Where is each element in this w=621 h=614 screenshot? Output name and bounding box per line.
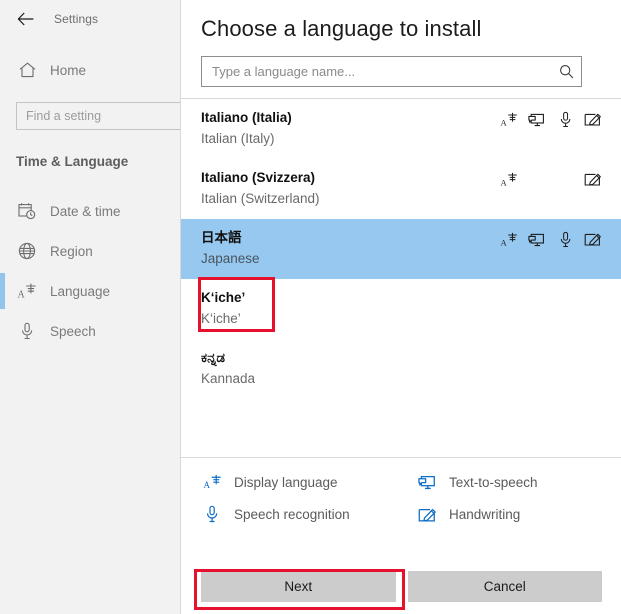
- handwriting-icon: [584, 110, 602, 128]
- sidebar-item-home[interactable]: Home: [0, 50, 180, 90]
- sidebar-search-wrap: [0, 102, 180, 130]
- text-to-speech-icon: [416, 472, 438, 492]
- display-language-icon: A: [16, 280, 38, 302]
- language-names: Italiano (Italia) Italian (Italy): [201, 108, 500, 150]
- calendar-clock-icon: [16, 200, 38, 222]
- dialog-title: Choose a language to install: [201, 16, 601, 42]
- table-row[interactable]: ಕನ್ನಡ Kannada: [181, 339, 621, 399]
- table-row[interactable]: K‘iche’ K‘iche’: [181, 279, 621, 339]
- sidebar-item-speech[interactable]: Speech: [0, 311, 180, 351]
- language-native-name: ಕನ್ನಡ: [201, 348, 602, 368]
- choose-language-dialog: Choose a language to install: [180, 0, 621, 614]
- microphone-icon: [16, 320, 38, 342]
- table-row[interactable]: Italiano (Italia) Italian (Italy) A: [181, 99, 621, 159]
- language-list[interactable]: Italiano (Italia) Italian (Italy) A: [181, 98, 621, 458]
- legend-item-speech-recognition: Speech recognition: [201, 504, 416, 524]
- sidebar-item-date-time[interactable]: Date & time: [0, 191, 180, 231]
- language-native-name: K‘iche’: [201, 288, 602, 308]
- sidebar-item-language[interactable]: A Language: [0, 271, 180, 311]
- legend-item-handwriting: Handwriting: [416, 504, 601, 524]
- display-language-icon: A: [500, 110, 518, 128]
- display-language-icon: A: [500, 170, 518, 188]
- language-search-box[interactable]: [201, 56, 582, 87]
- settings-window: Settings Home Time & Language: [0, 0, 621, 614]
- table-row-japanese[interactable]: 日本語 Japanese A: [181, 219, 621, 279]
- handwriting-icon: [416, 504, 438, 524]
- text-to-speech-icon: [528, 110, 546, 128]
- next-button[interactable]: Next: [201, 571, 396, 602]
- svg-text:A: A: [203, 480, 210, 490]
- sidebar-search-box[interactable]: [16, 102, 188, 130]
- svg-text:A: A: [500, 177, 507, 187]
- legend-label: Display language: [234, 475, 338, 490]
- home-icon: [16, 59, 38, 81]
- language-search-input[interactable]: [202, 64, 551, 79]
- language-names: 日本語 Japanese: [201, 228, 500, 270]
- legend-item-display-language: A Display language: [201, 472, 416, 492]
- back-arrow-icon[interactable]: [12, 6, 38, 32]
- microphone-icon: [201, 504, 223, 524]
- language-english-name: Japanese: [201, 248, 500, 270]
- language-english-name: K‘iche’: [201, 308, 602, 330]
- legend-item-text-to-speech: Text-to-speech: [416, 472, 601, 492]
- language-native-name: Italiano (Svizzera): [201, 168, 500, 188]
- find-a-setting-input[interactable]: [26, 109, 187, 123]
- sidebar-item-region[interactable]: Region: [0, 231, 180, 271]
- window-title: Settings: [54, 12, 98, 26]
- legend-label: Speech recognition: [234, 507, 350, 522]
- sidebar-item-region-label: Region: [50, 244, 93, 259]
- text-to-speech-icon-absent: [528, 170, 546, 188]
- language-native-name: 日本語: [201, 228, 500, 248]
- language-english-name: Kannada: [201, 368, 602, 390]
- settings-sidebar: Settings Home Time & Language: [0, 0, 180, 614]
- language-english-name: Italian (Italy): [201, 128, 500, 150]
- sidebar-item-language-label: Language: [50, 284, 110, 299]
- language-capability-icons: A: [500, 169, 602, 189]
- sidebar-section-title: Time & Language: [0, 154, 180, 169]
- cancel-button[interactable]: Cancel: [408, 571, 603, 602]
- language-names: Italiano (Svizzera) Italian (Switzerland…: [201, 168, 500, 210]
- svg-text:A: A: [500, 117, 507, 127]
- language-names: K‘iche’ K‘iche’: [201, 288, 602, 330]
- titlebar: Settings: [0, 0, 180, 38]
- microphone-icon-absent: [556, 170, 574, 188]
- handwriting-icon: [584, 170, 602, 188]
- language-capability-icons: A: [500, 229, 602, 249]
- language-list-inner: Italiano (Italia) Italian (Italy) A: [181, 98, 621, 399]
- language-capability-icons: A: [500, 109, 602, 129]
- language-english-name: Italian (Switzerland): [201, 188, 500, 210]
- globe-icon: [16, 240, 38, 262]
- microphone-icon: [556, 110, 574, 128]
- microphone-icon: [556, 230, 574, 248]
- sidebar-item-home-label: Home: [50, 63, 86, 78]
- text-to-speech-icon: [528, 230, 546, 248]
- svg-text:A: A: [18, 290, 26, 301]
- dialog-button-bar: Next Cancel: [181, 571, 621, 614]
- sidebar-item-date-time-label: Date & time: [50, 204, 121, 219]
- dialog-header: Choose a language to install: [181, 0, 621, 87]
- search-icon[interactable]: [551, 64, 581, 79]
- handwriting-icon: [584, 230, 602, 248]
- legend-label: Handwriting: [449, 507, 520, 522]
- display-language-icon: A: [500, 230, 518, 248]
- language-native-name: Italiano (Italia): [201, 108, 500, 128]
- capability-legend: A Display language Text-to-speech: [181, 458, 621, 534]
- sidebar-item-speech-label: Speech: [50, 324, 96, 339]
- table-row[interactable]: Italiano (Svizzera) Italian (Switzerland…: [181, 159, 621, 219]
- sidebar-nav-group: Date & time Region A: [0, 191, 180, 351]
- display-language-icon: A: [201, 472, 223, 492]
- legend-label: Text-to-speech: [449, 475, 538, 490]
- language-names: ಕನ್ನಡ Kannada: [201, 348, 602, 390]
- svg-text:A: A: [500, 237, 507, 247]
